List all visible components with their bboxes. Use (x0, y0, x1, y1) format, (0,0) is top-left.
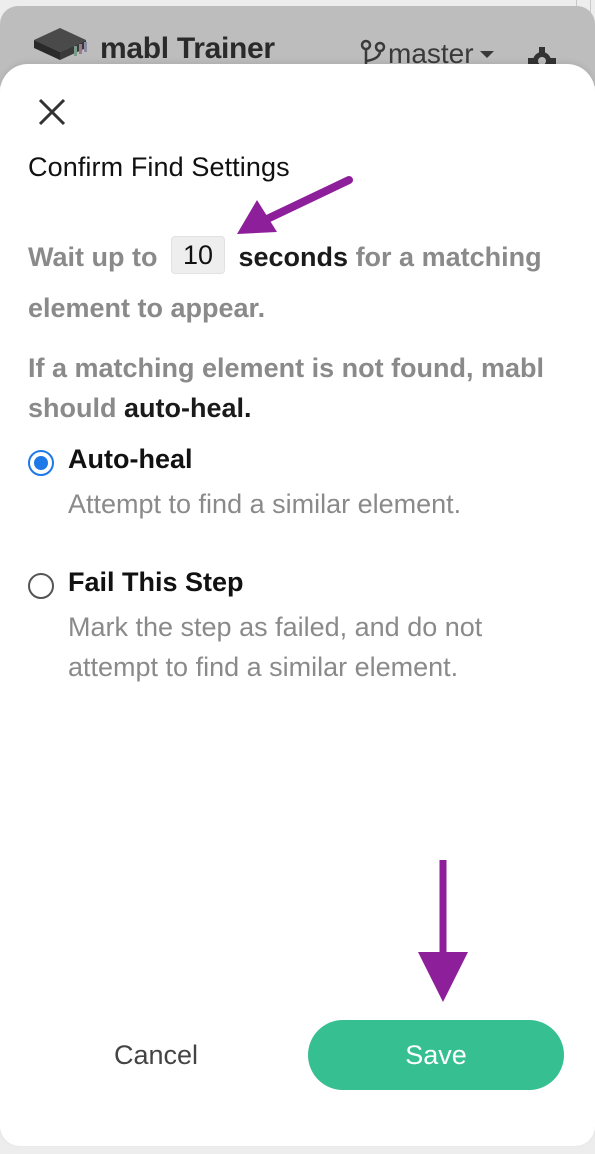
fail-step-radio[interactable] (28, 573, 54, 599)
option-label: Fail This Step (68, 567, 244, 597)
app-title: mabl Trainer (100, 32, 275, 65)
not-found-prefix: If a matching element is not found, mabl… (28, 353, 545, 423)
wait-unit: seconds (238, 242, 349, 272)
not-found-setting: If a matching element is not found, mabl… (28, 348, 573, 428)
seconds-input[interactable] (170, 236, 225, 274)
wait-setting: Wait up to seconds for a matching elemen… (28, 232, 573, 334)
mabl-logo-icon (34, 26, 92, 62)
option-description: Attempt to find a similar element. (68, 489, 462, 519)
find-settings-dialog: Confirm Find Settings Wait up to seconds… (0, 64, 595, 1146)
not-found-choice: auto-heal. (124, 393, 252, 423)
option-description: Mark the step as failed, and do not atte… (68, 612, 483, 682)
auto-heal-radio[interactable] (28, 450, 54, 476)
wait-prefix: Wait up to (28, 242, 158, 272)
option-label: Auto-heal (68, 444, 193, 474)
cancel-button[interactable]: Cancel (60, 1022, 252, 1088)
save-button[interactable]: Save (308, 1020, 564, 1090)
close-icon[interactable] (34, 94, 70, 130)
chevron-down-icon (479, 51, 494, 58)
app-window: mabl Trainer master Confirm Find Setting… (0, 0, 595, 1154)
dialog-title: Confirm Find Settings (28, 152, 290, 182)
